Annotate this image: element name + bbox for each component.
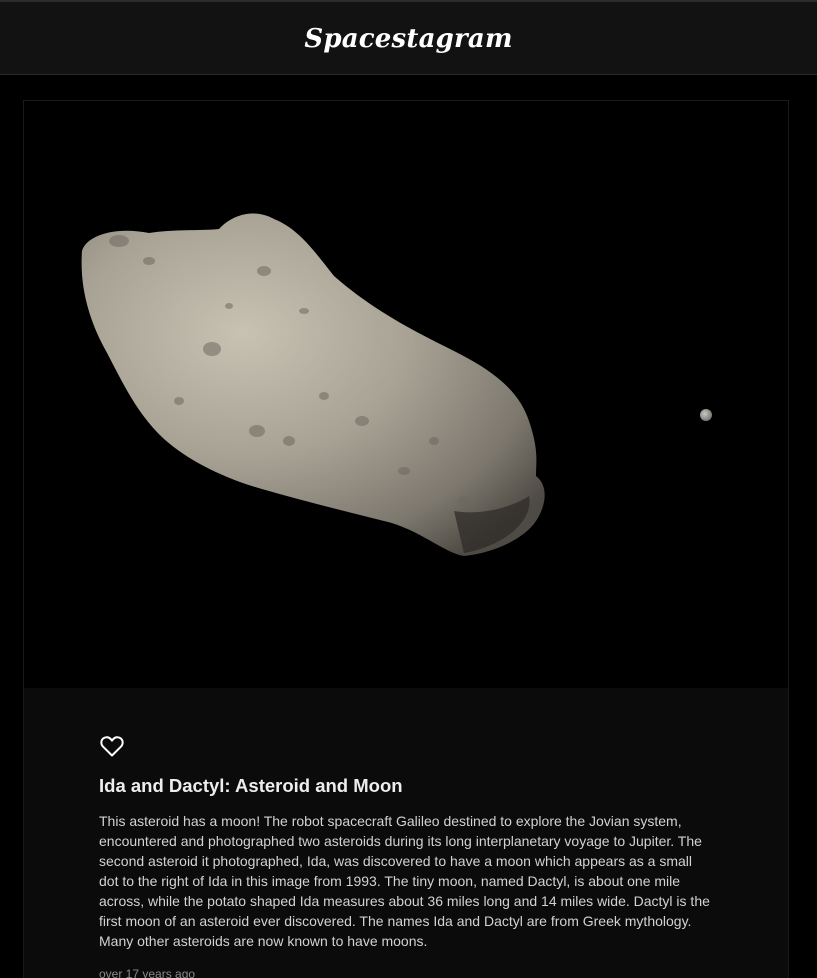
post-image[interactable] xyxy=(24,101,788,688)
post-date: over 17 years ago xyxy=(99,967,196,978)
like-button[interactable] xyxy=(98,732,126,760)
post-card: Ida and Dactyl: Asteroid and Moon This a… xyxy=(23,100,789,978)
post-description: This asteroid has a moon! The robot spac… xyxy=(99,813,710,949)
moon-dactyl xyxy=(700,409,712,421)
heart-outline-icon xyxy=(100,736,124,757)
app-header: Spacestagram xyxy=(0,2,817,75)
app-title: Spacestagram xyxy=(304,23,513,54)
post-title: Ida and Dactyl: Asteroid and Moon xyxy=(99,775,403,796)
